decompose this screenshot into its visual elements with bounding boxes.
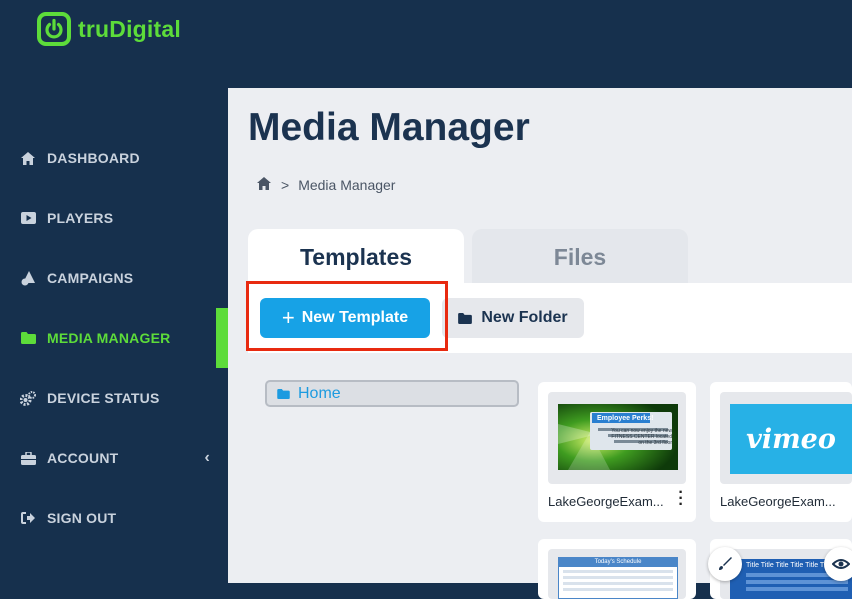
sidebar-nav: DASHBOARD PLAYERS CAMPAIGNS MEDIA MANAGE… <box>0 128 228 548</box>
sidebar-item-sign-out[interactable]: SIGN OUT <box>0 488 228 548</box>
play-icon <box>20 210 36 226</box>
more-options-icon[interactable]: · · · <box>675 485 687 513</box>
sidebar-item-label: PLAYERS <box>47 210 114 226</box>
sidebar: truDigital DASHBOARD PLAYERS CAMPAIGNS M… <box>0 0 228 583</box>
new-folder-label: New Folder <box>481 309 568 326</box>
page-title: Media Manager <box>248 106 530 149</box>
edit-button[interactable] <box>708 547 742 581</box>
sidebar-item-label: DEVICE STATUS <box>47 390 160 406</box>
folder-label: Home <box>298 384 341 402</box>
sidebar-item-label: ACCOUNT <box>47 450 119 466</box>
sign-out-icon <box>20 510 36 526</box>
breadcrumb-separator: > <box>281 177 290 193</box>
sidebar-item-media-manager[interactable]: MEDIA MANAGER <box>0 308 228 368</box>
home-icon[interactable] <box>257 177 271 193</box>
thumbnail-title: Today's Schedule <box>559 558 677 567</box>
preview-button[interactable] <box>824 547 852 581</box>
tab-templates[interactable]: Templates <box>248 229 464 285</box>
sidebar-item-players[interactable]: PLAYERS <box>0 188 228 248</box>
chevron-left-icon[interactable]: ‹ <box>204 449 210 467</box>
sidebar-item-dashboard[interactable]: DASHBOARD <box>0 128 228 188</box>
brand-logo[interactable]: truDigital <box>37 12 181 46</box>
folder-icon <box>20 330 36 346</box>
power-icon <box>37 12 71 46</box>
media-card[interactable]: Employee Perks! You can now enjoy the ne… <box>538 382 696 522</box>
main-content: Media Manager > Media Manager Templates … <box>228 88 852 599</box>
media-card[interactable]: vimeo LakeGeorgeExam... <box>710 382 852 522</box>
sidebar-item-campaigns[interactable]: CAMPAIGNS <box>0 248 228 308</box>
folder-home[interactable]: Home <box>265 380 519 407</box>
vimeo-logo: vimeo <box>730 404 852 474</box>
gears-icon <box>20 390 36 406</box>
briefcase-icon <box>20 450 36 466</box>
breadcrumb: > Media Manager <box>257 177 395 193</box>
todays-schedule-thumbnail: Today's Schedule <box>558 557 678 599</box>
eye-icon <box>832 559 850 569</box>
thumbnail-title: Employee Perks! <box>597 415 654 422</box>
campaigns-icon <box>20 270 36 286</box>
sidebar-item-label: CAMPAIGNS <box>47 270 134 286</box>
media-card[interactable]: Today's Schedule <box>538 539 696 599</box>
sidebar-item-account[interactable]: ACCOUNT ‹ <box>0 428 228 488</box>
home-icon <box>20 150 36 166</box>
breadcrumb-current: Media Manager <box>298 177 396 193</box>
folder-icon <box>458 312 473 324</box>
sidebar-item-label: MEDIA MANAGER <box>47 330 171 346</box>
highlight-box <box>246 281 448 351</box>
sidebar-item-device-status[interactable]: DEVICE STATUS <box>0 368 228 428</box>
folder-icon <box>277 388 290 399</box>
media-card-name: LakeGeorgeExam... <box>720 494 836 509</box>
brush-icon <box>719 557 732 570</box>
brand-name: truDigital <box>78 15 181 42</box>
media-card[interactable]: Title Title Title Title Title Title <box>708 539 852 599</box>
sidebar-item-label: SIGN OUT <box>47 510 117 526</box>
tab-files[interactable]: Files <box>472 229 688 285</box>
thumbnail-text: You can now enjoy the new FITNESS CENTER… <box>611 428 672 446</box>
new-folder-button[interactable]: New Folder <box>442 298 584 338</box>
sidebar-item-label: DASHBOARD <box>47 150 140 166</box>
media-card-name: LakeGeorgeExam... <box>548 494 664 509</box>
